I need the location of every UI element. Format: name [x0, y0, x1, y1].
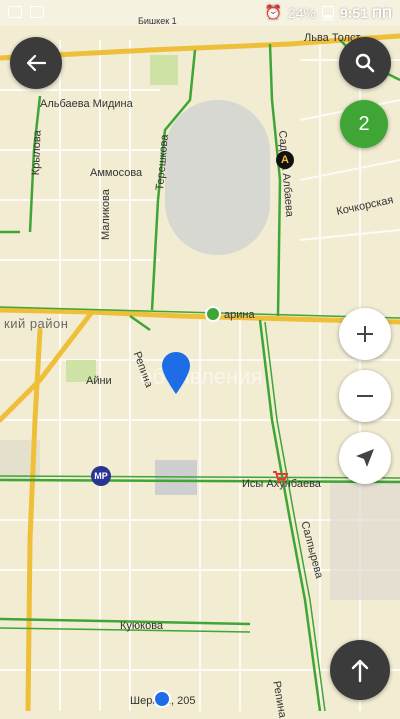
battery-icon — [321, 5, 334, 20]
my-location-button[interactable] — [339, 432, 391, 484]
a-marker-label: A — [281, 154, 289, 166]
zoom-out-button[interactable] — [339, 370, 391, 422]
shopping-cart-icon[interactable] — [272, 470, 289, 489]
cluster-count-label: 2 — [358, 112, 370, 135]
street-label-ammosova: Аммосова — [90, 167, 143, 179]
street-label-zarina: арина — [224, 309, 255, 321]
listing-location-pin[interactable] — [162, 352, 190, 399]
battery-percent: 24% — [287, 4, 316, 21]
street-label-malikova: Маликова — [100, 189, 112, 240]
street-label-kuykova: Куюкова — [120, 620, 164, 632]
arrow-left-icon — [26, 54, 47, 72]
search-icon — [355, 53, 375, 73]
watermark: объявления — [140, 364, 263, 389]
clock: 9:51 ПП — [339, 4, 392, 21]
zoom-in-button[interactable] — [339, 308, 391, 360]
poi-pin[interactable] — [153, 690, 171, 708]
plus-icon — [357, 326, 373, 342]
poi-dot[interactable] — [205, 306, 221, 322]
a-marker[interactable]: A — [276, 151, 294, 169]
cluster-count-badge[interactable]: 2 — [340, 100, 388, 148]
search-button[interactable] — [339, 37, 391, 89]
station-label: Бишкек 1 — [138, 16, 177, 26]
district-label: кий район — [4, 316, 69, 331]
street-label-albaeva-midina: Альбаева Мидина — [40, 98, 133, 110]
scroll-to-top-button[interactable] — [330, 640, 390, 700]
alarm-icon: ⏰ — [264, 4, 282, 20]
back-button[interactable] — [10, 37, 62, 89]
status-bar: Бишкек 1 ⏰ 24% 9:51 ПП — [0, 0, 400, 26]
street-label-krylova: Крылова — [30, 130, 44, 176]
notification-icon — [8, 6, 22, 18]
navigation-arrow-icon — [356, 449, 374, 467]
street-label-aini: Айни — [86, 375, 112, 387]
minus-icon — [357, 395, 373, 397]
notification-icon — [30, 6, 44, 18]
metro-badge-label: МР — [94, 471, 108, 481]
metro-badge[interactable]: МР — [91, 466, 111, 486]
arrow-up-icon — [351, 659, 369, 683]
